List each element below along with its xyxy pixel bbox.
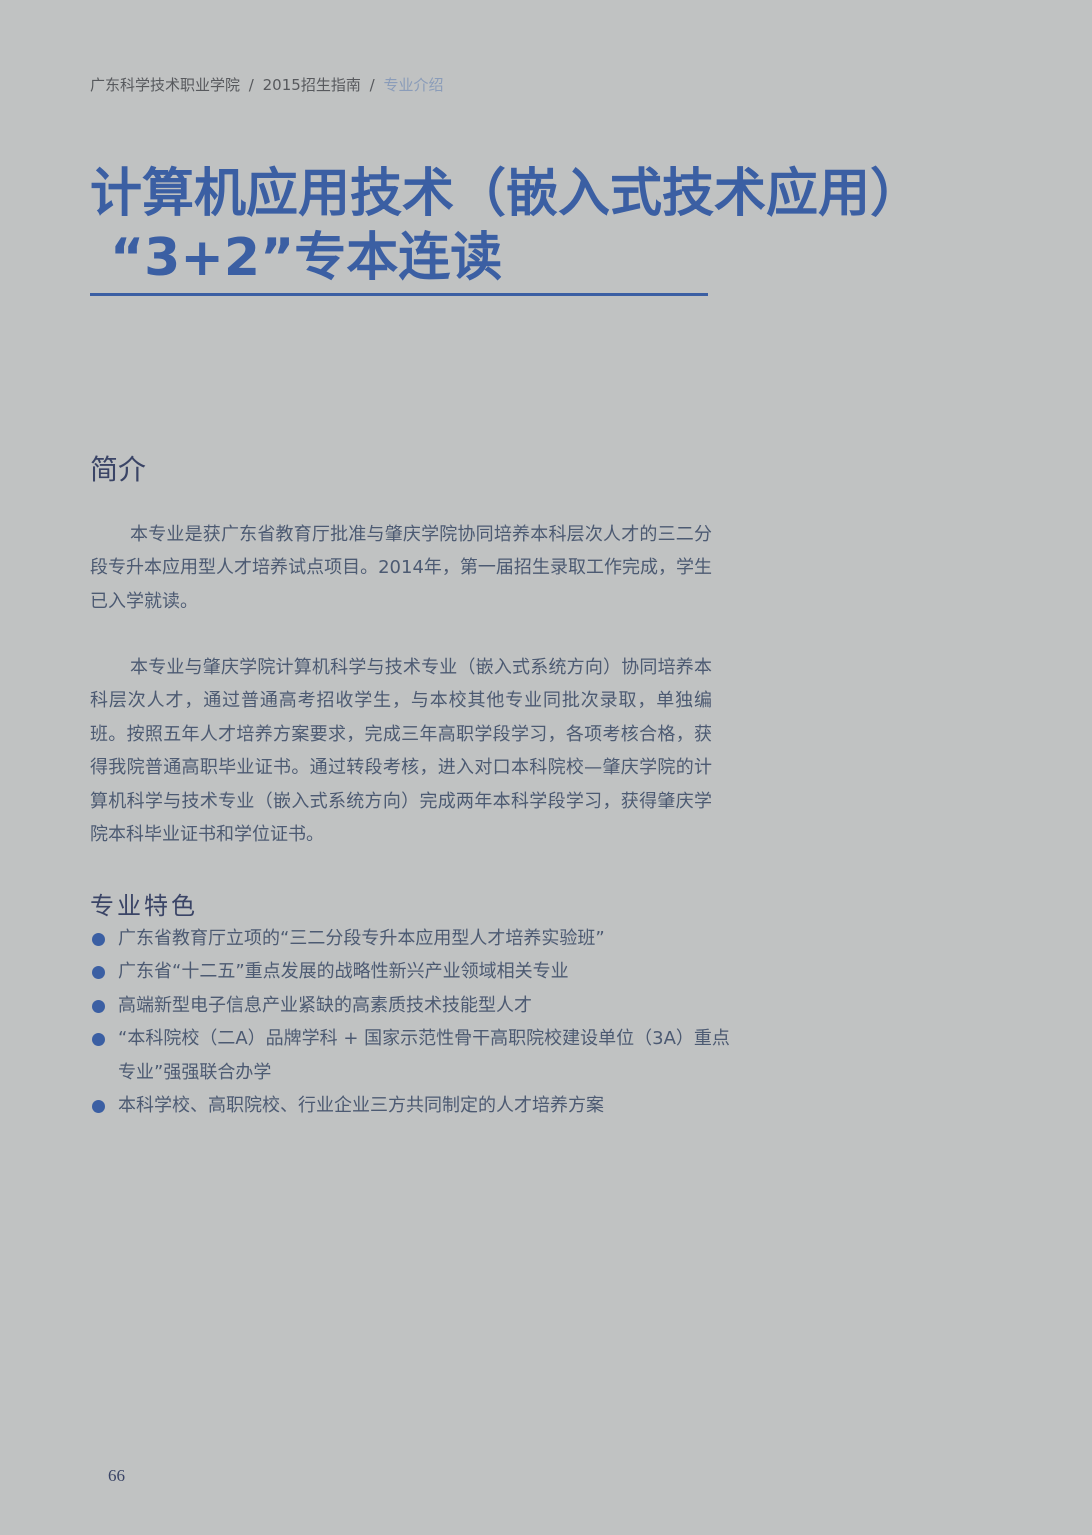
page-title: 计算机应用技术（嵌入式技术应用） “3+2”专本连读 xyxy=(90,162,950,290)
feature-text: 广东省“十二五”重点发展的战略性新兴产业领域相关专业 xyxy=(118,961,569,983)
breadcrumb-school: 广东科学技术职业学院 xyxy=(90,76,241,94)
list-item: 广东省教育厅立项的“三二分段专升本应用型人才培养实验班” xyxy=(90,922,730,955)
breadcrumb-separator: / xyxy=(248,76,254,94)
breadcrumb-separator: / xyxy=(369,76,375,94)
feature-text: 本科学校、高职院校、行业企业三方共同制定的人才培养方案 xyxy=(118,1095,604,1117)
page-title-line-2: “3+2”专本连读 xyxy=(110,228,503,288)
breadcrumb-guide: 2015招生指南 xyxy=(262,76,361,94)
features-list: 广东省教育厅立项的“三二分段专升本应用型人才培养实验班” 广东省“十二五”重点发… xyxy=(90,922,730,1122)
features-heading: 专业特色 xyxy=(90,892,198,920)
list-item: 高端新型电子信息产业紧缺的高素质技术技能型人才 xyxy=(90,989,730,1022)
feature-text: “本科院校（二A）品牌学科 + 国家示范性骨干高职院校建设单位（3A）重点专业”… xyxy=(118,1028,730,1083)
intro-paragraph-1: 本专业是获广东省教育厅批准与肇庆学院协同培养本科层次人才的三二分段专升本应用型人… xyxy=(90,524,712,612)
bullet-icon xyxy=(92,966,105,980)
intro-heading: 简介 xyxy=(90,453,147,486)
list-item: 本科学校、高职院校、行业企业三方共同制定的人才培养方案 xyxy=(90,1089,730,1122)
list-item: 广东省“十二五”重点发展的战略性新兴产业领域相关专业 xyxy=(90,955,730,988)
intro-paragraph-2: 本专业与肇庆学院计算机科学与技术专业（嵌入式系统方向）协同培养本科层次人才，通过… xyxy=(90,657,712,846)
feature-text: 广东省教育厅立项的“三二分段专升本应用型人才培养实验班” xyxy=(118,928,605,949)
list-item: “本科院校（二A）品牌学科 + 国家示范性骨干高职院校建设单位（3A）重点专业”… xyxy=(90,1022,730,1089)
breadcrumb-current-section: 专业介绍 xyxy=(383,76,444,94)
bullet-icon xyxy=(92,1033,105,1047)
page-number: 66 xyxy=(108,1466,125,1485)
bullet-icon xyxy=(92,933,105,946)
bullet-icon xyxy=(92,999,105,1013)
bullet-icon xyxy=(92,1100,105,1114)
page-title-line-1: 计算机应用技术（嵌入式技术应用） xyxy=(90,164,923,224)
breadcrumb: 广东科学技术职业学院 / 2015招生指南 / 专业介绍 xyxy=(90,74,443,95)
title-underline-divider xyxy=(90,293,708,296)
feature-text: 高端新型电子信息产业紧缺的高素质技术技能型人才 xyxy=(118,994,532,1016)
